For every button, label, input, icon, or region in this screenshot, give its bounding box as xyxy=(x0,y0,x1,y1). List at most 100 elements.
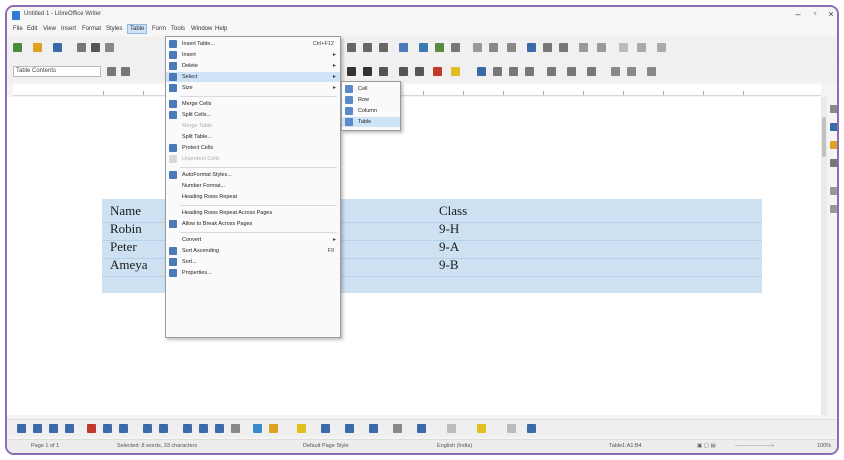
language[interactable]: English (India) xyxy=(437,443,472,449)
update-style-icon[interactable] xyxy=(107,67,116,76)
undo-icon[interactable] xyxy=(347,43,356,52)
menu-edit[interactable]: Edit xyxy=(25,26,39,32)
rotate-icon[interactable] xyxy=(417,424,426,433)
curve-tool-icon[interactable] xyxy=(103,424,112,433)
shapes-tool-icon[interactable] xyxy=(159,424,168,433)
menu-item-cell[interactable]: Cell xyxy=(342,84,400,94)
decrease-indent-icon[interactable] xyxy=(627,67,636,76)
paragraph-spacing-icon[interactable] xyxy=(647,67,656,76)
block-arrows-icon[interactable] xyxy=(199,424,208,433)
track-changes-icon[interactable] xyxy=(543,43,552,52)
page-break-icon[interactable] xyxy=(579,43,588,52)
line-icon[interactable] xyxy=(619,43,628,52)
table-cell[interactable]: Robin xyxy=(110,221,142,237)
menu-item-allow-to-break-across-pages[interactable]: Allow to Break Across Pages xyxy=(166,219,340,229)
menu-item-insert-table[interactable]: Insert Table... Ctrl+F12 xyxy=(166,39,340,49)
text-box-icon[interactable] xyxy=(451,43,460,52)
polygon-tool-icon[interactable] xyxy=(87,424,96,433)
text-tool-icon[interactable] xyxy=(119,424,128,433)
table-cell[interactable]: Name xyxy=(110,203,141,219)
menu-item-sort-ascending[interactable]: Sort Ascending F9 xyxy=(166,246,340,256)
menu-item-convert[interactable]: Convert ▸ xyxy=(166,235,340,245)
close-button[interactable]: × xyxy=(825,9,837,19)
menu-item-heading-rows-repeat-across-pages[interactable]: Heading Rows Repeat Across Pages xyxy=(166,208,340,218)
table-cell[interactable]: 9-H xyxy=(439,221,459,237)
menu-item-split-table[interactable]: Split Table... xyxy=(166,132,340,142)
table-cell[interactable]: 9-A xyxy=(439,239,459,255)
table-cell[interactable]: Class xyxy=(439,203,467,219)
new-document-icon[interactable] xyxy=(13,43,22,52)
page-deck-icon[interactable] xyxy=(830,187,837,195)
wrap-icon[interactable] xyxy=(321,424,330,433)
menu-item-properties[interactable]: Properties... xyxy=(166,268,340,278)
menu-item-delete[interactable]: Delete ▸ xyxy=(166,61,340,71)
menu-item-number-format[interactable]: Number Format... xyxy=(166,181,340,191)
bullet-list-icon[interactable] xyxy=(547,67,556,76)
save-icon[interactable] xyxy=(53,43,62,52)
menu-form[interactable]: Form xyxy=(150,26,168,32)
redo-icon[interactable] xyxy=(363,43,372,52)
menu-format[interactable]: Format xyxy=(80,26,103,32)
menu-item-table[interactable]: Table xyxy=(342,117,400,127)
new-style-icon[interactable] xyxy=(121,67,130,76)
stars-icon[interactable] xyxy=(253,424,262,433)
align-objects-icon[interactable] xyxy=(345,424,354,433)
menu-item-size[interactable]: Size ▸ xyxy=(166,83,340,93)
select-tool-icon[interactable] xyxy=(17,424,26,433)
chart-icon[interactable] xyxy=(435,43,444,52)
menu-table[interactable]: Table xyxy=(127,24,148,34)
align-right-icon[interactable] xyxy=(509,67,518,76)
symbol-shapes-icon[interactable] xyxy=(183,424,192,433)
3d-icon[interactable] xyxy=(477,424,486,433)
table-cell[interactable]: Ameya xyxy=(110,257,148,273)
formatting-marks-icon[interactable] xyxy=(379,43,388,52)
numbered-list-icon[interactable] xyxy=(567,67,576,76)
view-layout-icon[interactable]: ▣ ▢ ▤ xyxy=(697,443,716,449)
increase-indent-icon[interactable] xyxy=(611,67,620,76)
callout-tool-icon[interactable] xyxy=(143,424,152,433)
document-page[interactable]: Name Class Robin 9-H Peter 9-A Ameya 9-B xyxy=(7,97,821,415)
menu-styles[interactable]: Styles xyxy=(104,26,124,32)
ellipse-tool-icon[interactable] xyxy=(65,424,74,433)
extrusion-icon[interactable] xyxy=(447,424,456,433)
outline-icon[interactable] xyxy=(587,67,596,76)
menu-file[interactable]: File xyxy=(11,26,25,32)
zoom-slider[interactable]: –——————+ xyxy=(735,443,774,449)
align-center-icon[interactable] xyxy=(493,67,502,76)
gallery-deck-icon[interactable] xyxy=(830,141,837,149)
menu-item-autoformat-styles[interactable]: AutoFormat Styles... xyxy=(166,170,340,180)
draw-functions-icon[interactable] xyxy=(657,43,666,52)
menu-view[interactable]: View xyxy=(41,26,58,32)
menu-item-sort[interactable]: Sort... xyxy=(166,257,340,267)
special-character-icon[interactable] xyxy=(473,43,482,52)
table-icon[interactable] xyxy=(399,43,408,52)
highlight-color-icon[interactable] xyxy=(451,67,460,76)
anchor-icon[interactable] xyxy=(507,424,516,433)
export-pdf-icon[interactable] xyxy=(77,43,86,52)
properties-deck-icon[interactable] xyxy=(830,105,837,113)
footnote-icon[interactable] xyxy=(507,43,516,52)
menu-window[interactable]: Window xyxy=(189,26,214,32)
navigator-deck-icon[interactable] xyxy=(830,159,837,167)
rectangle-tool-icon[interactable] xyxy=(49,424,58,433)
menu-item-heading-rows-repeat[interactable]: Heading Rows Repeat xyxy=(166,192,340,202)
hyperlink-icon[interactable] xyxy=(489,43,498,52)
styles-deck-icon[interactable] xyxy=(830,123,837,131)
table-cell[interactable]: 9-B xyxy=(439,257,459,273)
menu-item-select[interactable]: Select ▸ xyxy=(166,72,340,82)
menu-item-unprotect-cells[interactable]: Unprotect Cells xyxy=(166,154,340,164)
menu-item-merge-table[interactable]: Merge Table xyxy=(166,121,340,131)
points-icon[interactable] xyxy=(297,424,306,433)
menu-item-split-cells[interactable]: Split Cells... xyxy=(166,110,340,120)
group-icon[interactable] xyxy=(393,424,402,433)
manage-changes-deck-icon[interactable] xyxy=(830,205,837,213)
fontwork-icon[interactable] xyxy=(269,424,278,433)
minimize-button[interactable]: – xyxy=(792,9,804,19)
page-style[interactable]: Default Page Style xyxy=(303,443,349,449)
strikethrough-icon[interactable] xyxy=(379,67,388,76)
line-tool-icon[interactable] xyxy=(33,424,42,433)
maximize-button[interactable]: ▫ xyxy=(809,9,821,18)
menu-item-row[interactable]: Row xyxy=(342,95,400,105)
font-color-icon[interactable] xyxy=(433,67,442,76)
print-preview-icon[interactable] xyxy=(105,43,114,52)
